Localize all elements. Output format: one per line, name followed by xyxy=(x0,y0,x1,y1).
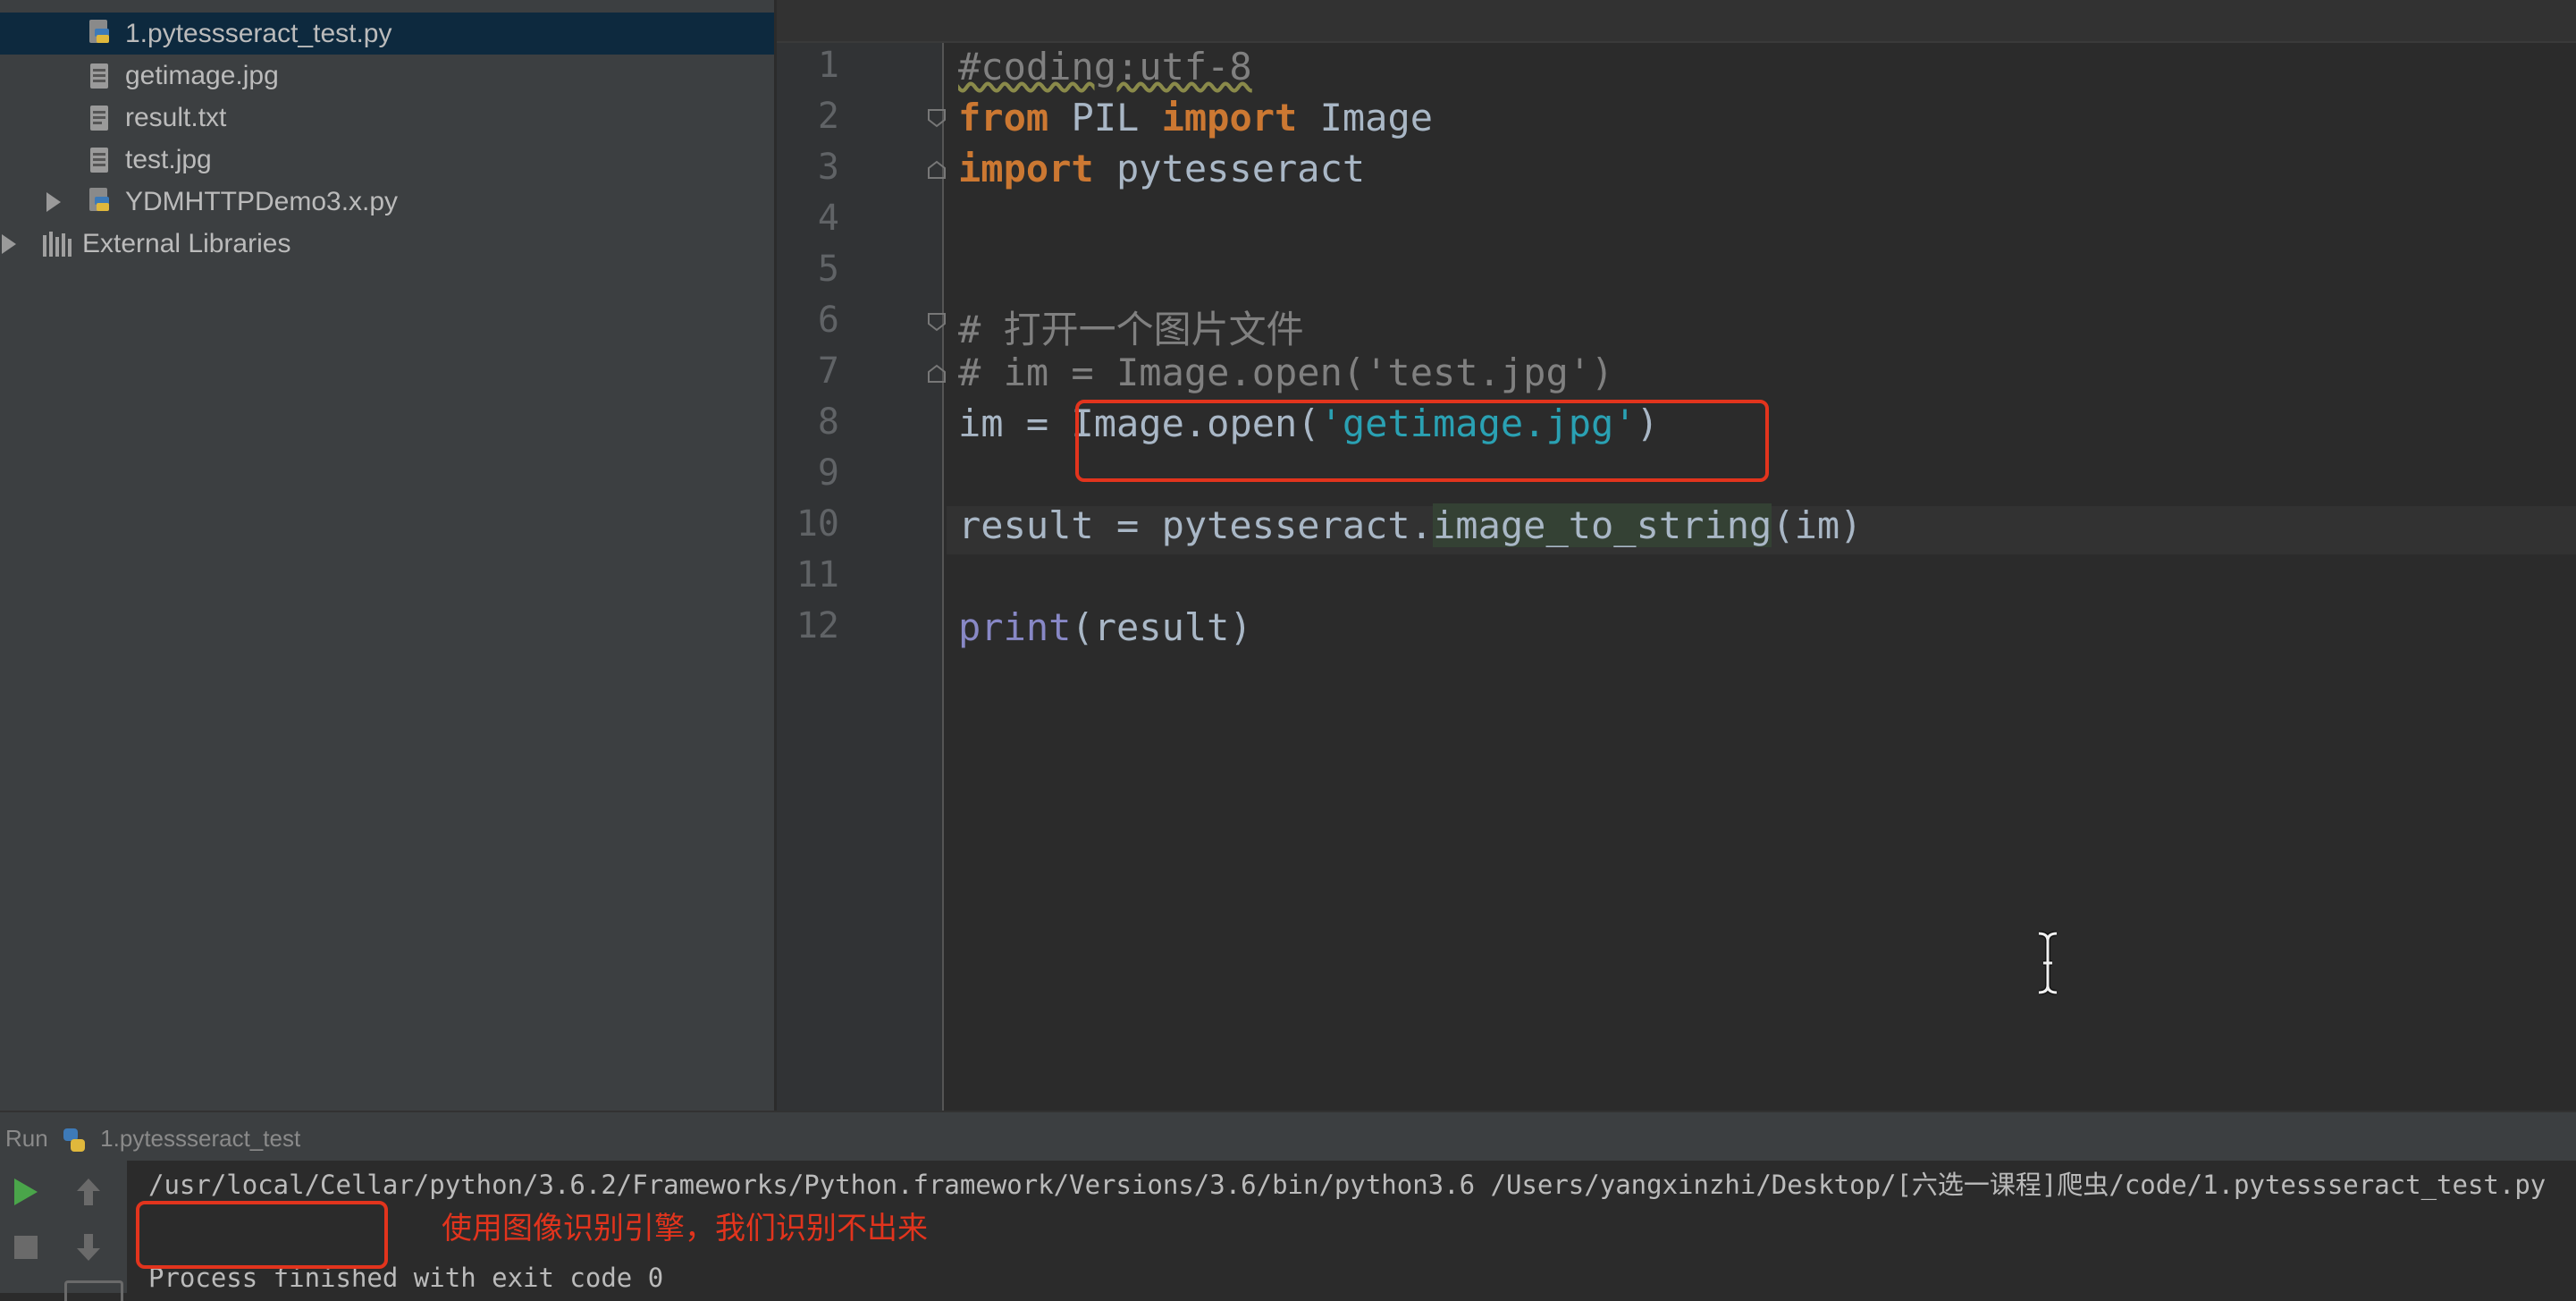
run-config-name: 1.pytessseract_test xyxy=(100,1125,301,1152)
line-number: 3 xyxy=(817,147,839,188)
annotation-note: 使用图像识别引擎，我们识别不出来 xyxy=(442,1211,928,1246)
run-panel-header: Run 1.pytessseract_test xyxy=(0,1111,2576,1162)
code-token: (im) xyxy=(1772,503,1863,547)
run-label: Run xyxy=(5,1125,48,1152)
identifier: PIL xyxy=(1048,96,1162,139)
tree-item-ydmhttpdemo[interactable]: YDMHTTPDemo3.x.py xyxy=(0,181,774,223)
tree-item-getimage[interactable]: getimage.jpg xyxy=(0,55,774,97)
line-number: 2 xyxy=(817,96,839,137)
code-line-3: import pytesseract xyxy=(958,147,1365,190)
line-number: 8 xyxy=(817,401,839,443)
tree-item-label: YDMHTTPDemo3.x.py xyxy=(125,186,399,216)
run-toolbar xyxy=(0,1161,127,1301)
tree-item-external-libraries[interactable]: External Libraries xyxy=(0,223,774,265)
fold-end-icon[interactable] xyxy=(926,363,947,384)
tree-item-test-jpg[interactable]: test.jpg xyxy=(0,139,774,181)
image-file-icon xyxy=(90,148,108,173)
up-arrow-icon[interactable] xyxy=(75,1177,102,1207)
annotation-highlight-box xyxy=(1075,400,1769,482)
line-number: 6 xyxy=(817,300,839,341)
line-number: 11 xyxy=(796,554,839,596)
code-token: image_to_string xyxy=(1433,503,1772,547)
expand-arrow-icon[interactable] xyxy=(2,234,16,254)
code-line-1: #coding:utf-8 xyxy=(958,45,1252,89)
builtin-function: print xyxy=(958,605,1072,649)
console-command-line: /usr/local/Cellar/python/3.6.2/Framework… xyxy=(148,1170,2547,1200)
tree-item-pytessseract-test[interactable]: 1.pytessseract_test.py xyxy=(0,13,774,55)
python-file-icon xyxy=(89,20,109,43)
text-file-icon xyxy=(90,106,108,131)
line-number: 10 xyxy=(796,503,839,545)
tree-item-label: test.jpg xyxy=(125,144,212,174)
keyword: import xyxy=(1161,96,1298,139)
tree-item-result-txt[interactable]: result.txt xyxy=(0,97,774,139)
tree-item-label: getimage.jpg xyxy=(125,60,279,90)
softwrap-icon[interactable] xyxy=(64,1280,123,1301)
python-file-icon xyxy=(63,1128,85,1153)
code-token: im = xyxy=(958,401,1072,445)
run-title: Run 1.pytessseract_test xyxy=(5,1125,300,1153)
code-line-10: result = pytesseract.image_to_string(im) xyxy=(958,503,1862,547)
identifier: Image xyxy=(1297,96,1434,139)
code-token: result = pytesseract. xyxy=(958,503,1434,547)
expand-arrow-icon[interactable] xyxy=(46,192,61,212)
code-token: (result) xyxy=(1071,605,1252,649)
code-line-7: # im = Image.open('test.jpg') xyxy=(958,351,1614,394)
tree-item-label: External Libraries xyxy=(82,228,291,258)
fold-start-icon[interactable] xyxy=(926,107,947,129)
line-number: 9 xyxy=(817,452,839,494)
code-line-2: from PIL import Image xyxy=(958,96,1433,139)
fold-end-icon[interactable] xyxy=(926,159,947,181)
project-tree-panel: 1.pytessseract_test.py getimage.jpg resu… xyxy=(0,0,777,1111)
editor-tab-bar xyxy=(777,0,2576,43)
tree-item-label: result.txt xyxy=(125,102,227,132)
line-number: 5 xyxy=(817,249,839,290)
line-number: 7 xyxy=(817,351,839,392)
stop-icon[interactable] xyxy=(13,1234,39,1261)
fold-start-icon[interactable] xyxy=(926,311,947,333)
image-file-icon xyxy=(90,63,108,89)
keyword: import xyxy=(958,147,1094,190)
keyword: from xyxy=(958,96,1049,139)
code-line-6: # 打开一个图片文件 xyxy=(958,308,1304,351)
text-cursor-icon xyxy=(2038,931,2058,995)
identifier: pytesseract xyxy=(1093,147,1366,190)
python-file-icon xyxy=(89,188,109,211)
tree-item-label: 1.pytessseract_test.py xyxy=(125,18,392,48)
line-number: 12 xyxy=(796,605,839,646)
down-arrow-icon[interactable] xyxy=(75,1232,102,1263)
line-number: 1 xyxy=(817,45,839,86)
library-icon xyxy=(43,232,72,257)
code-line-12: print(result) xyxy=(958,605,1252,649)
editor-gutter: 1 2 3 4 5 6 7 8 9 10 11 12 xyxy=(777,43,947,1111)
run-icon[interactable] xyxy=(13,1177,39,1207)
annotation-empty-output-box xyxy=(136,1201,388,1269)
line-number: 4 xyxy=(817,198,839,239)
